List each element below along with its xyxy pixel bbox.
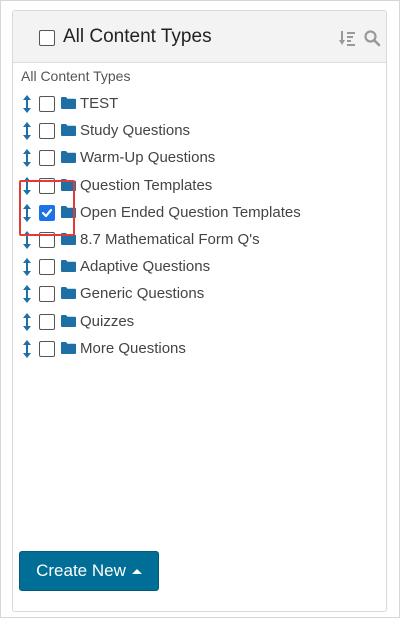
tree-item[interactable]: More Questions xyxy=(13,336,386,363)
item-checkbox[interactable] xyxy=(39,123,55,140)
search-icon[interactable] xyxy=(363,29,381,47)
drag-handle-icon[interactable] xyxy=(22,339,32,358)
tree-item-label: Study Questions xyxy=(80,122,191,140)
drag-handle-icon[interactable] xyxy=(22,258,32,277)
item-checkbox[interactable] xyxy=(39,313,55,330)
item-checkbox[interactable] xyxy=(39,340,55,357)
drag-handle-icon[interactable] xyxy=(22,95,32,113)
caret-up-icon xyxy=(131,569,142,574)
drag-handle-icon[interactable] xyxy=(22,285,32,304)
folder-icon xyxy=(61,314,76,327)
panel-header: All Content Types xyxy=(13,11,386,63)
tree-item-label: More Questions xyxy=(80,339,186,357)
folder-icon xyxy=(61,260,76,273)
sort-icon[interactable] xyxy=(339,29,357,47)
tree-item[interactable]: Question Templates xyxy=(13,173,386,200)
item-checkbox[interactable] xyxy=(39,231,55,248)
group-label: All Content Types xyxy=(21,68,131,84)
item-checkbox[interactable] xyxy=(39,177,55,194)
item-checkbox[interactable] xyxy=(39,150,55,167)
folder-icon xyxy=(61,287,76,300)
drag-handle-icon[interactable] xyxy=(22,149,32,168)
tree-item-label: Open Ended Question Templates xyxy=(80,203,301,221)
tree-item-label: 8.7 Mathematical Form Q's xyxy=(80,230,260,248)
tree-item[interactable]: Adaptive Questions xyxy=(13,254,386,281)
tree-item-label: Generic Questions xyxy=(80,285,205,303)
folder-icon xyxy=(61,124,76,137)
tree-item-label: Question Templates xyxy=(80,176,213,194)
content-types-panel: All Content Types All Content Types TEST… xyxy=(12,10,387,612)
folder-icon xyxy=(61,151,76,164)
tree-item-label: TEST xyxy=(80,95,119,112)
item-checkbox[interactable] xyxy=(39,259,55,276)
create-new-button[interactable]: Create New xyxy=(19,551,159,591)
tree-item-label: Quizzes xyxy=(80,312,135,330)
content-type-tree: TEST Study Questions Warm-Up Questions Ques… xyxy=(13,91,386,363)
drag-handle-icon[interactable] xyxy=(22,176,32,195)
tree-item[interactable]: Open Ended Question Templates xyxy=(13,200,386,227)
drag-handle-icon[interactable] xyxy=(22,312,32,331)
item-checkbox[interactable] xyxy=(39,286,55,303)
drag-handle-icon[interactable] xyxy=(22,230,32,249)
panel-title: All Content Types xyxy=(63,26,212,47)
tree-item[interactable]: Study Questions xyxy=(13,118,386,145)
select-all-checkbox[interactable] xyxy=(39,30,55,46)
tree-item[interactable]: Quizzes xyxy=(13,309,386,336)
folder-icon xyxy=(61,232,76,245)
folder-icon xyxy=(61,97,76,109)
tree-item[interactable]: 8.7 Mathematical Form Q's xyxy=(13,227,386,254)
tree-item[interactable]: TEST xyxy=(13,91,386,118)
item-checkbox[interactable] xyxy=(39,204,55,221)
drag-handle-icon[interactable] xyxy=(22,122,32,141)
tree-item[interactable]: Generic Questions xyxy=(13,281,386,308)
drag-handle-icon[interactable] xyxy=(22,203,32,222)
tree-item-label: Adaptive Questions xyxy=(80,258,211,276)
create-new-label: Create New xyxy=(36,561,126,580)
folder-icon xyxy=(61,205,76,218)
tree-item-label: Warm-Up Questions xyxy=(80,149,216,167)
item-checkbox[interactable] xyxy=(39,96,55,112)
folder-icon xyxy=(61,178,76,191)
tree-item[interactable]: Warm-Up Questions xyxy=(13,145,386,172)
folder-icon xyxy=(61,341,76,354)
